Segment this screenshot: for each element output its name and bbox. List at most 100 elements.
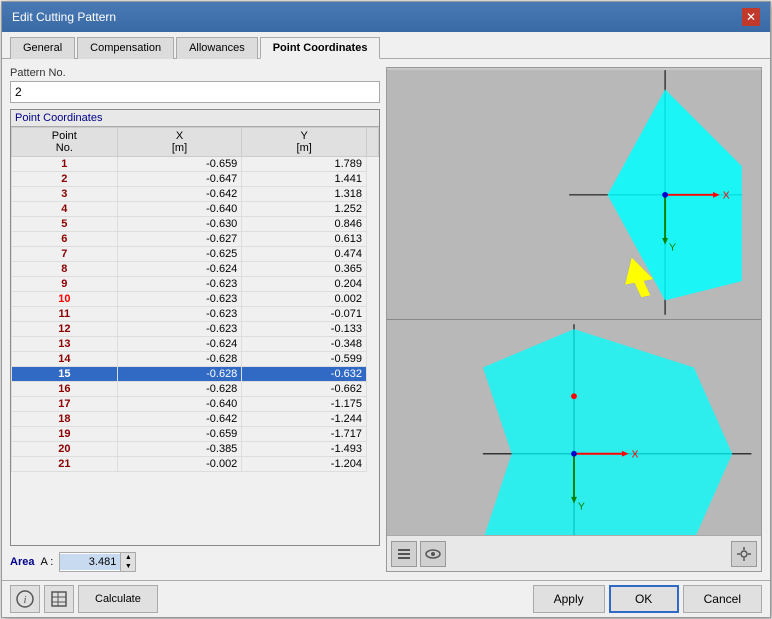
table-row[interactable]: 6-0.6270.613 — [12, 232, 379, 247]
cell-x: -0.002 — [117, 457, 242, 472]
cell-x: -0.628 — [117, 367, 242, 382]
cancel-button[interactable]: Cancel — [683, 585, 762, 613]
pattern-no-input[interactable] — [10, 81, 380, 103]
cell-x: -0.659 — [117, 427, 242, 442]
cell-x: -0.642 — [117, 412, 242, 427]
pattern-no-label: Pattern No. — [10, 67, 380, 79]
cell-point-no: 18 — [12, 412, 118, 427]
dialog: Edit Cutting Pattern ✕ General Compensat… — [1, 1, 771, 618]
cell-x: -0.623 — [117, 307, 242, 322]
cell-point-no: 4 — [12, 202, 118, 217]
right-icon-group-right — [731, 541, 757, 567]
table-row[interactable]: 2-0.6471.441 — [12, 172, 379, 187]
cell-x: -0.385 — [117, 442, 242, 457]
content-area: Pattern No. Point Coordinates PointNo. X… — [2, 59, 770, 580]
table-row[interactable]: 19-0.659-1.717 — [12, 427, 379, 442]
cell-x: -0.625 — [117, 247, 242, 262]
cell-y: -1.204 — [242, 457, 367, 472]
svg-text:Y: Y — [578, 500, 585, 512]
canvas-svg: X Y X — [387, 68, 761, 571]
table-row[interactable]: 11-0.623-0.071 — [12, 307, 379, 322]
area-spinner: ▲ ▼ — [120, 553, 135, 571]
eye-icon-button[interactable] — [420, 541, 446, 567]
table-row[interactable]: 7-0.6250.474 — [12, 247, 379, 262]
apply-button[interactable]: Apply — [533, 585, 605, 613]
table-row[interactable]: 16-0.628-0.662 — [12, 382, 379, 397]
ok-button[interactable]: OK — [609, 585, 679, 613]
area-input-wrap: ▲ ▼ — [59, 552, 136, 572]
info-icon-button[interactable]: i — [10, 585, 40, 613]
cell-y: 1.318 — [242, 187, 367, 202]
cell-x: -0.640 — [117, 397, 242, 412]
tab-compensation[interactable]: Compensation — [77, 37, 174, 59]
right-panel: X Y X — [386, 67, 762, 572]
cell-point-no: 6 — [12, 232, 118, 247]
bottom-toolbar: i Calculate Apply OK Cancel — [2, 580, 770, 617]
tab-general[interactable]: General — [10, 37, 75, 59]
table-row[interactable]: 8-0.6240.365 — [12, 262, 379, 277]
area-decrement[interactable]: ▼ — [121, 562, 135, 571]
left-panel: Pattern No. Point Coordinates PointNo. X… — [10, 67, 380, 572]
area-increment[interactable]: ▲ — [121, 553, 135, 562]
table-container[interactable]: PointNo. X[m] Y[m] 1-0.6591.7892-0.6471.… — [11, 127, 379, 545]
cell-point-no: 20 — [12, 442, 118, 457]
table-row[interactable]: 3-0.6421.318 — [12, 187, 379, 202]
table-row[interactable]: 18-0.642-1.244 — [12, 412, 379, 427]
svg-text:Y: Y — [669, 241, 676, 253]
cell-point-no: 11 — [12, 307, 118, 322]
table-row[interactable]: 10-0.6230.002 — [12, 292, 379, 307]
table-row[interactable]: 4-0.6401.252 — [12, 202, 379, 217]
cell-y: 1.789 — [242, 157, 367, 172]
layer-icon-button[interactable] — [391, 541, 417, 567]
cell-x: -0.623 — [117, 322, 242, 337]
point-coords-label: Point Coordinates — [11, 110, 379, 127]
cell-point-no: 2 — [12, 172, 118, 187]
cell-x: -0.659 — [117, 157, 242, 172]
table-row[interactable]: 5-0.6300.846 — [12, 217, 379, 232]
right-panel-bottom-bar — [387, 535, 761, 571]
bottom-toolbar-left: i Calculate — [10, 585, 158, 613]
cell-point-no: 1 — [12, 157, 118, 172]
cell-point-no: 9 — [12, 277, 118, 292]
cell-y: -0.071 — [242, 307, 367, 322]
cell-point-no: 3 — [12, 187, 118, 202]
table-icon-button[interactable] — [44, 585, 74, 613]
title-bar: Edit Cutting Pattern ✕ — [2, 2, 770, 32]
cell-x: -0.630 — [117, 217, 242, 232]
cell-y: 0.002 — [242, 292, 367, 307]
table-row[interactable]: 15-0.628-0.632 — [12, 367, 379, 382]
cell-y: -0.348 — [242, 337, 367, 352]
close-button[interactable]: ✕ — [742, 8, 760, 26]
cell-y: 0.613 — [242, 232, 367, 247]
coordinates-table: PointNo. X[m] Y[m] 1-0.6591.7892-0.6471.… — [11, 127, 379, 472]
point-coords-section: Point Coordinates PointNo. X[m] Y[m] — [10, 109, 380, 546]
table-row[interactable]: 13-0.624-0.348 — [12, 337, 379, 352]
table-row[interactable]: 20-0.385-1.493 — [12, 442, 379, 457]
table-row[interactable]: 14-0.628-0.599 — [12, 352, 379, 367]
cell-x: -0.624 — [117, 262, 242, 277]
calculate-button[interactable]: Calculate — [78, 585, 158, 613]
cell-y: -0.599 — [242, 352, 367, 367]
cell-y: 1.252 — [242, 202, 367, 217]
right-icon-group-left — [391, 541, 446, 567]
settings-icon-button[interactable] — [731, 541, 757, 567]
cell-y: -0.133 — [242, 322, 367, 337]
cell-point-no: 12 — [12, 322, 118, 337]
cell-point-no: 13 — [12, 337, 118, 352]
tab-point-coordinates[interactable]: Point Coordinates — [260, 37, 381, 59]
table-row[interactable]: 12-0.623-0.133 — [12, 322, 379, 337]
table-row[interactable]: 17-0.640-1.175 — [12, 397, 379, 412]
table-row[interactable]: 1-0.6591.789 — [12, 157, 379, 172]
col-header-extra — [367, 128, 379, 157]
cell-y: -1.244 — [242, 412, 367, 427]
table-row[interactable]: 21-0.002-1.204 — [12, 457, 379, 472]
cell-y: -0.662 — [242, 382, 367, 397]
col-header-point: PointNo. — [12, 128, 118, 157]
cell-x: -0.647 — [117, 172, 242, 187]
cell-y: -1.717 — [242, 427, 367, 442]
table-row[interactable]: 9-0.6230.204 — [12, 277, 379, 292]
tab-allowances[interactable]: Allowances — [176, 37, 258, 59]
cell-point-no: 5 — [12, 217, 118, 232]
area-input[interactable] — [60, 554, 120, 570]
cell-point-no: 8 — [12, 262, 118, 277]
